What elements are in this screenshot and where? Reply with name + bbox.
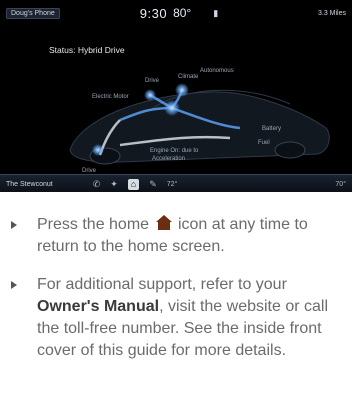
audio-source-label: The Stewconut xyxy=(6,180,53,188)
energy-flow-diagram: Autonomous Drive Climate Electric Motor … xyxy=(69,68,330,174)
settings-icon: ✎ xyxy=(149,178,157,189)
node-wheels xyxy=(92,144,104,156)
label-electric-motor: Electric Motor xyxy=(92,94,129,100)
bullet-arrow-icon xyxy=(11,221,17,229)
node-motor xyxy=(164,100,180,116)
node-climate xyxy=(175,83,189,97)
bullet-2-text-before: For additional support, refer to your xyxy=(37,276,287,293)
cabin-temp-right: 70° xyxy=(335,180,346,188)
bullet-arrow-icon xyxy=(11,281,17,289)
cabin-temp-left: 72° xyxy=(166,180,178,188)
screen-bottom-bar: The Stewconut ✆ ✦ ⌂ ✎ 72° 70° xyxy=(0,174,352,192)
label-drive: Drive xyxy=(145,78,160,84)
label-engine-note-1: Engine On: due to xyxy=(150,148,199,154)
label-climate: Climate xyxy=(178,74,199,80)
screen-icon-row: ✆ ✦ ⌂ ✎ xyxy=(92,178,157,190)
owners-manual-reference: Owner's Manual xyxy=(37,298,160,315)
wheel-rear xyxy=(274,141,306,159)
label-fuel: Fuel xyxy=(258,140,270,146)
label-autonomy: Autonomous xyxy=(200,68,234,74)
phone-icon: ✆ xyxy=(92,178,101,189)
bullet-1-text-before: Press the home xyxy=(37,216,150,233)
label-engine-note-2: Acceleration xyxy=(152,156,185,162)
nav-icon: ✦ xyxy=(110,178,118,189)
label-battery: Battery xyxy=(262,126,281,132)
node-accessory xyxy=(144,89,156,101)
home-icon: ⌂ xyxy=(127,178,140,190)
touchscreen-photo: Doug's Phone 9:30 80° ▮ 3.3 Miles Status… xyxy=(0,0,352,192)
home-icon xyxy=(155,215,172,230)
